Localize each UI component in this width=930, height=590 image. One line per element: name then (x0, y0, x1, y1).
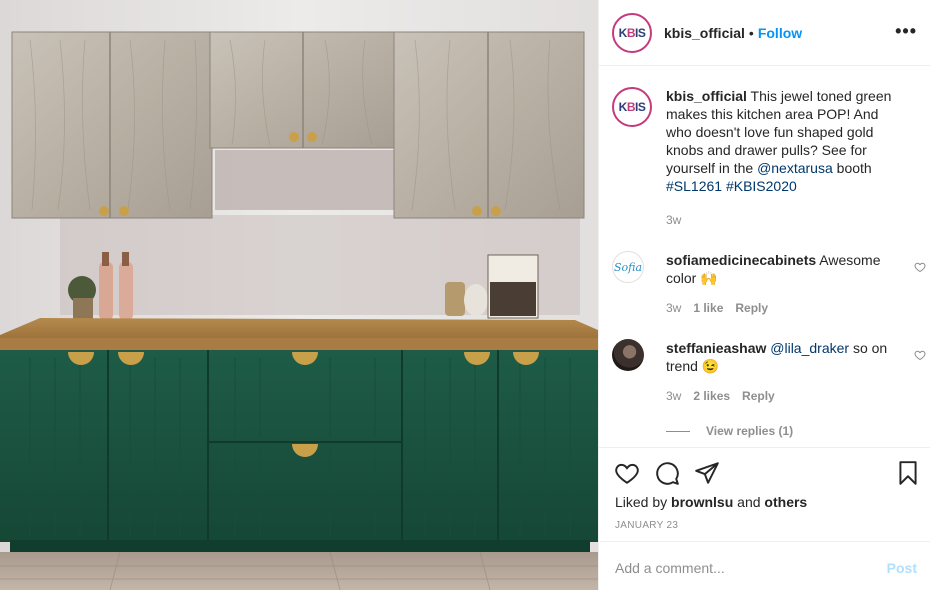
kitchen-photo (0, 0, 598, 590)
post-date[interactable]: JANUARY 23 (615, 520, 678, 531)
share-paper-plane-icon[interactable] (694, 460, 720, 486)
logo-letters-is: IS (635, 25, 646, 40)
view-replies-label: View replies (1) (706, 424, 794, 438)
comment-username[interactable]: steffanieashaw (666, 340, 766, 356)
caption: K B IS kbis_official This jewel toned gree… (612, 87, 922, 227)
post-photo[interactable] (0, 0, 598, 590)
add-comment-input[interactable]: Add a comment... (615, 560, 725, 576)
like-comment-heart-icon[interactable] (914, 349, 926, 361)
more-options-icon[interactable]: ••• (895, 22, 917, 40)
sofia-logo: Sofia (613, 260, 643, 274)
logo-letter-b: B (626, 25, 636, 40)
sofia-avatar[interactable]: Sofia (612, 251, 644, 283)
caption-avatar[interactable]: K B IS (612, 87, 652, 127)
logo-letter-k: K (618, 25, 628, 40)
liked-by-user-link[interactable]: brownlsu (671, 494, 733, 510)
comment-item: steffanieashaw @lila_draker so on trend … (612, 339, 926, 409)
kbis-logo: K B IS (616, 16, 648, 49)
comment-time[interactable]: 3w (666, 389, 681, 403)
caption-text: kbis_official This jewel toned green mak… (666, 87, 906, 195)
comment-mention-link[interactable]: @lila_draker (770, 340, 849, 356)
header-separator: • (748, 24, 754, 41)
add-comment-bar: Add a comment... Post (599, 541, 930, 590)
comment-likes[interactable]: 1 like (693, 301, 723, 315)
liked-by-text: Liked by brownlsu and others (615, 494, 807, 510)
caption-text-part-2: booth (832, 160, 872, 176)
comment-meta: 3w 2 likes Reply (666, 389, 775, 403)
post-comment-button[interactable]: Post (887, 560, 917, 576)
hashtag-link-kbis2020[interactable]: #KBIS2020 (726, 178, 797, 194)
view-replies-button[interactable]: View replies (1) (666, 424, 793, 438)
caption-time[interactable]: 3w (666, 213, 681, 227)
follow-button[interactable]: Follow (758, 25, 802, 41)
steffanie-avatar[interactable] (612, 339, 644, 371)
comment-reply-button[interactable]: Reply (735, 301, 768, 315)
post-username[interactable]: kbis_official (664, 25, 745, 41)
post-header: K B IS kbis_official • Follow ••• (599, 0, 930, 66)
save-bookmark-icon[interactable] (895, 460, 921, 486)
hashtag-link-sl1261[interactable]: #SL1261 (666, 178, 722, 194)
comment-text: sofiamedicinecabinets Awesome color 🙌 (666, 251, 906, 287)
comment-reply-button[interactable]: Reply (742, 389, 775, 403)
logo-letter-b: B (626, 100, 636, 114)
like-comment-heart-icon[interactable] (914, 261, 926, 273)
post-side-panel: K B IS kbis_official • Follow ••• K B IS kbi… (598, 0, 930, 590)
comment-likes[interactable]: 2 likes (693, 389, 730, 403)
liked-by-others-link[interactable]: others (764, 494, 807, 510)
liked-by-prefix: Liked by (615, 494, 672, 510)
logo-letter-k: K (618, 100, 628, 114)
like-heart-icon[interactable] (614, 460, 640, 486)
view-replies-divider (666, 430, 690, 432)
logo-letters-is: IS (635, 100, 646, 114)
comment-username[interactable]: sofiamedicinecabinets (666, 252, 816, 268)
liked-by-mid: and (733, 494, 765, 510)
caption-meta: 3w (666, 213, 681, 227)
kbis-logo: K B IS (616, 91, 648, 123)
comments-section[interactable]: K B IS kbis_official This jewel toned gree… (599, 67, 930, 447)
comment-item: Sofia sofiamedicinecabinets Awesome colo… (612, 251, 926, 321)
comment-text: steffanieashaw @lila_draker so on trend … (666, 339, 906, 375)
comment-bubble-icon[interactable] (654, 460, 680, 486)
comment-time[interactable]: 3w (666, 301, 681, 315)
kbis-avatar[interactable]: K B IS (612, 12, 652, 53)
comment-meta: 3w 1 like Reply (666, 301, 768, 315)
caption-mention-link[interactable]: @nextarusa (757, 160, 833, 176)
post-actions: Liked by brownlsu and others JANUARY 23 (599, 447, 930, 541)
caption-username[interactable]: kbis_official (666, 88, 747, 104)
